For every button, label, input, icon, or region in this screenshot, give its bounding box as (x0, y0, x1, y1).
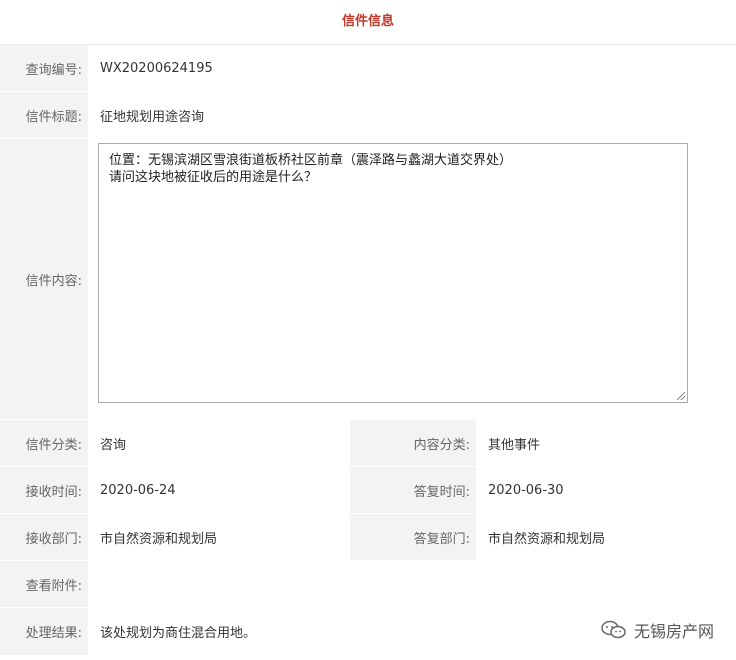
reply-dept-label: 答复部门: (350, 514, 476, 560)
receive-dept-label: 接收部门: (0, 514, 88, 560)
category-value: 咨询 (92, 420, 350, 466)
content-line-1: 位置：无锡滨湖区雪浪街道板桥社区前章（震泽路与蠡湖大道交界处） (109, 153, 513, 168)
reply-dept-value: 市自然资源和规划局 (480, 514, 736, 560)
resize-handle-icon[interactable] (677, 392, 685, 400)
title-value: 征地规划用途咨询 (92, 92, 736, 138)
receive-dept-value: 市自然资源和规划局 (92, 514, 350, 560)
content-type-label: 内容分类: (350, 420, 476, 466)
reply-time-label: 答复时间: (350, 467, 476, 513)
watermark: 无锡房产网 (600, 618, 714, 642)
attachment-label: 查看附件: (0, 561, 88, 607)
title-label: 信件标题: (0, 92, 88, 138)
watermark-text: 无锡房产网 (633, 622, 714, 641)
receive-time-value: 2020-06-24 (92, 467, 350, 513)
content-line-2: 请问这块地被征收后的用途是什么？ (109, 170, 318, 185)
content-label: 信件内容: (0, 139, 88, 419)
row-category: 信件分类: 咨询 内容分类: 其他事件 (0, 420, 736, 467)
result-label: 处理结果: (0, 608, 88, 655)
query-no-value: WX20200624195 (92, 45, 736, 91)
letter-info-page: 信件信息 查询编号: WX20200624195 信件标题: 征地规划用途咨询 … (0, 0, 736, 660)
row-content: 信件内容: 位置：无锡滨湖区雪浪街道板桥社区前章（震泽路与蠡湖大道交界处） 请问… (0, 139, 736, 420)
row-query-no: 查询编号: WX20200624195 (0, 45, 736, 92)
row-title: 信件标题: 征地规划用途咨询 (0, 92, 736, 139)
row-attachment: 查看附件: (0, 561, 736, 608)
content-type-value: 其他事件 (480, 420, 736, 466)
row-time: 接收时间: 2020-06-24 答复时间: 2020-06-30 (0, 467, 736, 514)
content-textarea[interactable]: 位置：无锡滨湖区雪浪街道板桥社区前章（震泽路与蠡湖大道交界处） 请问这块地被征收… (98, 143, 688, 403)
wechat-icon (600, 620, 628, 640)
page-title: 信件信息 (0, 0, 736, 45)
content-value: 位置：无锡滨湖区雪浪街道板桥社区前章（震泽路与蠡湖大道交界处） 请问这块地被征收… (92, 139, 736, 419)
category-label: 信件分类: (0, 420, 88, 466)
query-no-label: 查询编号: (0, 45, 88, 91)
row-dept: 接收部门: 市自然资源和规划局 答复部门: 市自然资源和规划局 (0, 514, 736, 561)
receive-time-label: 接收时间: (0, 467, 88, 513)
reply-time-value: 2020-06-30 (480, 467, 736, 513)
attachment-value[interactable] (92, 561, 736, 607)
